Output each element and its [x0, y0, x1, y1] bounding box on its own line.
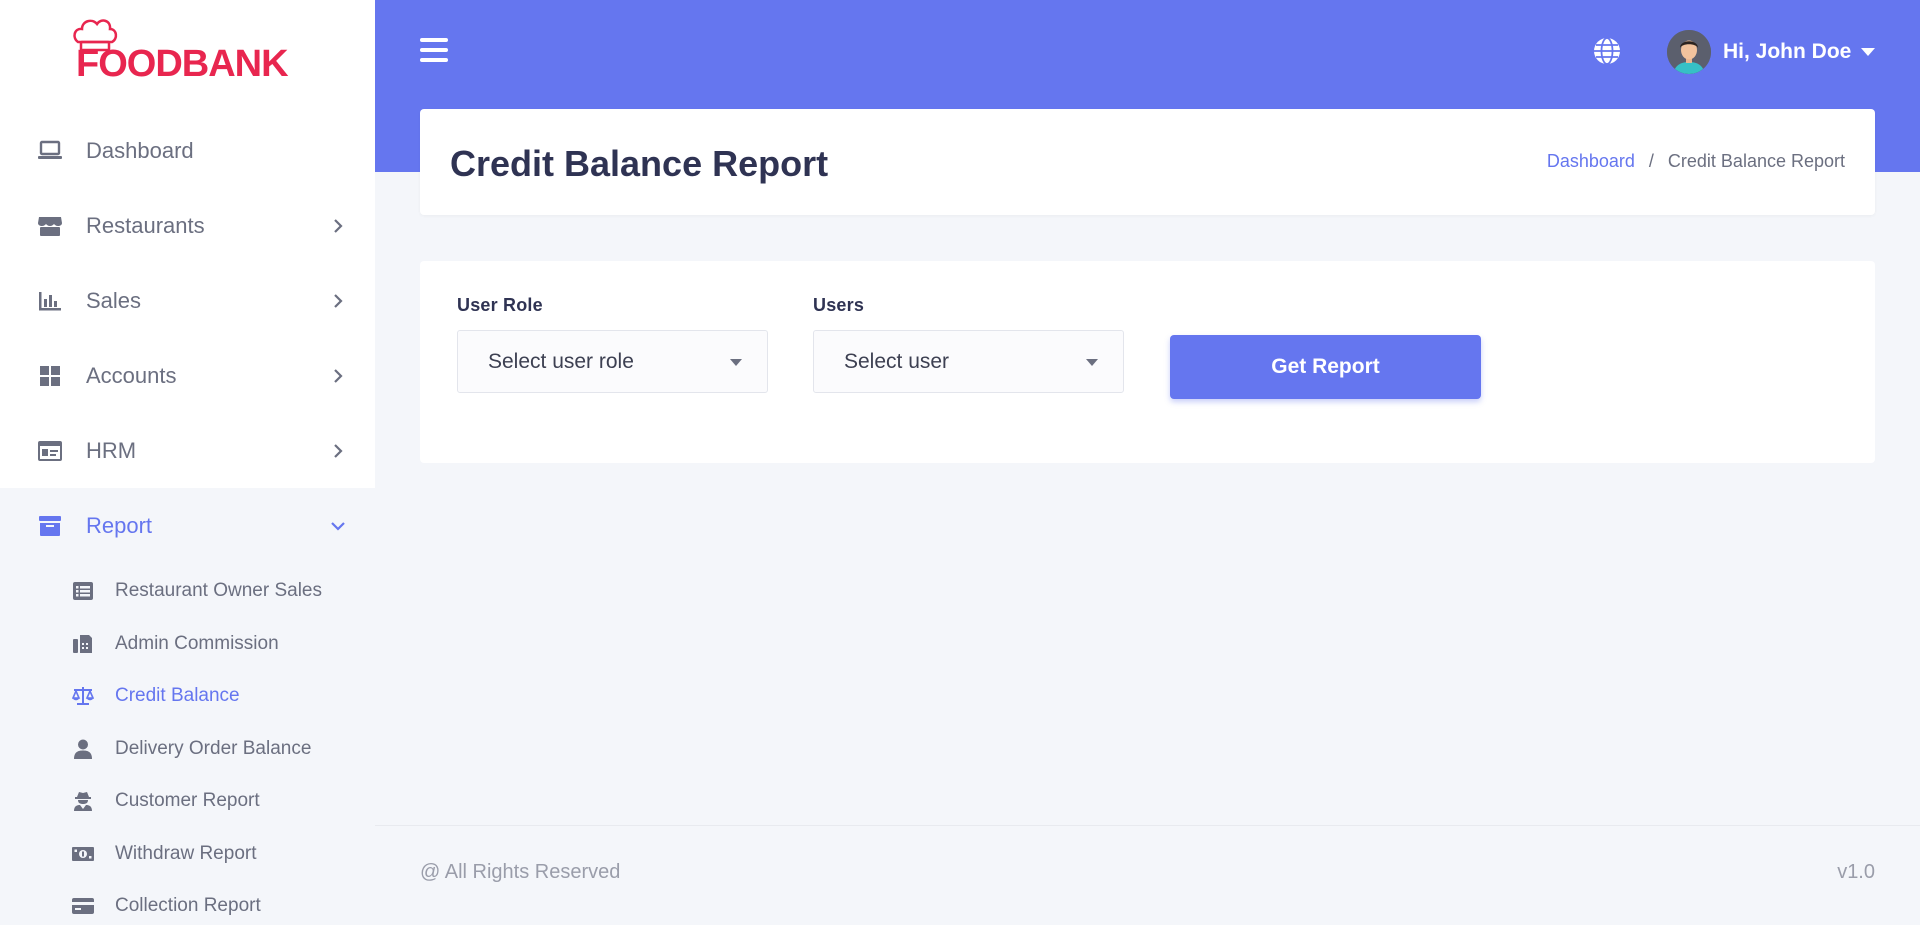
sidebar-item-dashboard[interactable]: Dashboard: [0, 113, 375, 188]
id-card-icon: [36, 439, 64, 463]
chevron-right-icon: [331, 368, 345, 383]
breadcrumb-separator: /: [1648, 151, 1654, 171]
fax-icon: [70, 633, 96, 655]
report-section: Report Restaurant Owner Sales Admin Comm…: [0, 488, 375, 925]
caret-down-icon: [1861, 48, 1876, 56]
sidebar-menu: Dashboard Restaurants Sales Accounts HRM…: [0, 113, 375, 925]
sidebar-subitem-label: Delivery Order Balance: [115, 737, 312, 759]
archive-icon: [36, 514, 64, 538]
user-role-select[interactable]: Select user role: [457, 330, 768, 393]
user-secret-icon: [70, 790, 96, 812]
sidebar-subitem-restaurant-owner-sales[interactable]: Restaurant Owner Sales: [0, 565, 375, 618]
sidebar: FOODBANK Dashboard Restaurants Sales Acc…: [0, 0, 375, 925]
user-role-select-value: Select user role: [488, 349, 634, 373]
page-header-card: Credit Balance Report Dashboard / Credit…: [420, 109, 1875, 215]
user-role-label: User Role: [457, 295, 543, 315]
sidebar-subitem-admin-commission[interactable]: Admin Commission: [0, 618, 375, 671]
breadcrumb-dashboard-link[interactable]: Dashboard: [1547, 151, 1635, 172]
chevron-down-icon: [331, 519, 345, 533]
sidebar-subitem-credit-balance[interactable]: Credit Balance: [0, 670, 375, 723]
footer: @ All Rights Reserved v1.0: [375, 825, 1920, 925]
breadcrumb-current: Credit Balance Report: [1667, 151, 1845, 171]
sidebar-subitem-label: Credit Balance: [115, 685, 240, 707]
sidebar-item-restaurants[interactable]: Restaurants: [0, 188, 375, 263]
sidebar-item-label: Restaurants: [86, 212, 205, 238]
sidebar-subitem-label: Customer Report: [115, 790, 260, 812]
dropdown-arrow-icon: [1086, 358, 1098, 366]
laptop-icon: [36, 139, 64, 163]
footer-version: v1.0: [1837, 861, 1875, 883]
money-bill-icon: [70, 843, 96, 865]
sidebar-item-label: Sales: [86, 287, 142, 313]
sidebar-item-report[interactable]: Report: [0, 488, 375, 563]
chart-bar-icon: [36, 289, 64, 313]
chevron-right-icon: [331, 293, 345, 308]
report-submenu: Restaurant Owner Sales Admin Commission …: [0, 563, 375, 925]
chevron-right-icon: [331, 443, 345, 458]
globe-icon[interactable]: [1592, 36, 1622, 66]
list-icon: [70, 580, 96, 602]
sidebar-item-label: Accounts: [86, 362, 177, 388]
sidebar-item-hrm[interactable]: HRM: [0, 413, 375, 488]
user-menu[interactable]: Hi, John Doe: [1667, 30, 1876, 74]
sidebar-item-label: HRM: [86, 437, 137, 463]
svg-text:FOODBANK: FOODBANK: [76, 43, 289, 82]
credit-card-icon: [70, 895, 96, 917]
users-label: Users: [813, 295, 865, 315]
report-filter-card: User Role Select user role Users Select …: [420, 261, 1875, 463]
breadcrumb: Dashboard / Credit Balance Report: [1547, 151, 1845, 172]
grid-icon: [36, 364, 64, 388]
store-icon: [36, 214, 64, 238]
sidebar-item-accounts[interactable]: Accounts: [0, 338, 375, 413]
sidebar-subitem-delivery-order-balance[interactable]: Delivery Order Balance: [0, 723, 375, 776]
hamburger-icon[interactable]: [420, 38, 448, 64]
sidebar-subitem-label: Restaurant Owner Sales: [115, 580, 322, 602]
sidebar-subitem-label: Admin Commission: [115, 632, 279, 654]
user-role-field: User Role Select user role: [457, 295, 768, 393]
sidebar-subitem-collection-report[interactable]: Collection Report: [0, 880, 375, 925]
sidebar-item-label: Dashboard: [86, 137, 194, 163]
page-title: Credit Balance Report: [450, 143, 829, 184]
footer-copyright: @ All Rights Reserved: [420, 861, 621, 883]
foodbank-logo[interactable]: FOODBANK: [70, 12, 290, 82]
sidebar-subitem-customer-report[interactable]: Customer Report: [0, 775, 375, 828]
user-icon: [70, 738, 96, 760]
balance-scale-icon: [70, 685, 96, 707]
chevron-right-icon: [331, 218, 345, 233]
sidebar-item-sales[interactable]: Sales: [0, 263, 375, 338]
get-report-button[interactable]: Get Report: [1170, 335, 1481, 399]
user-greeting: Hi, John Doe: [1723, 40, 1852, 63]
users-select-value: Select user: [844, 349, 950, 373]
users-select[interactable]: Select user: [813, 330, 1124, 393]
sidebar-subitem-label: Withdraw Report: [115, 842, 257, 864]
dropdown-arrow-icon: [730, 358, 742, 366]
avatar: [1667, 30, 1711, 74]
sidebar-subitem-label: Collection Report: [115, 895, 261, 917]
sidebar-subitem-withdraw-report[interactable]: Withdraw Report: [0, 828, 375, 881]
chef-hat-icon: FOODBANK: [73, 19, 290, 82]
sidebar-item-label: Report: [86, 512, 153, 538]
users-field: Users Select user: [813, 295, 1124, 393]
